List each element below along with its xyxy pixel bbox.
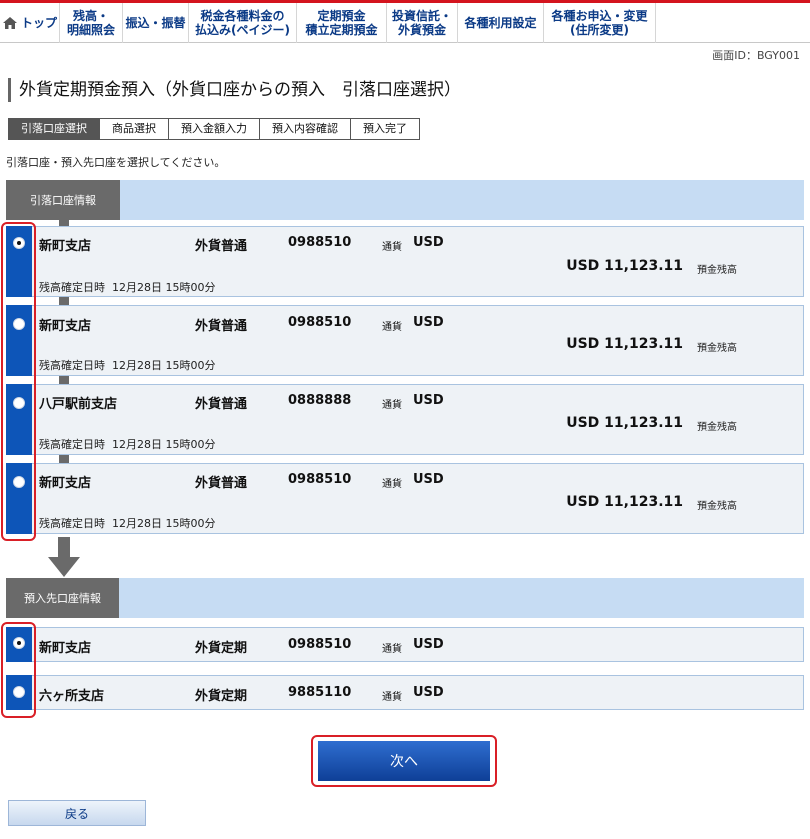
confirm-label: 残高確定日時 — [39, 281, 105, 294]
currency-value: USD — [413, 637, 444, 652]
currency-value: USD — [413, 315, 444, 330]
nav-item-transfer[interactable]: 振込・振替 — [123, 3, 189, 43]
nav-item-investment-label: 投資信託・ 外貨預金 — [391, 9, 452, 37]
page-title: 外貨定期預金預入（外貨口座からの預入 引落口座選択） — [8, 78, 461, 102]
balance-label: 預金残高 — [697, 343, 737, 354]
branch-name: 新町支店 — [39, 641, 92, 656]
balance-label: 預金残高 — [697, 265, 737, 276]
account-type: 外貨普通 — [195, 397, 248, 412]
balance-label: 預金残高 — [697, 501, 737, 512]
balance-label: 預金残高 — [697, 422, 737, 433]
step-5: 預入完了 — [351, 118, 420, 140]
home-icon — [2, 17, 17, 29]
confirm-time: 残高確定日時 12月28日 15時00分 — [39, 357, 216, 373]
currency-value: USD — [413, 472, 444, 487]
debit-section-header: 引落口座情報 — [6, 180, 804, 220]
confirm-label: 残高確定日時 — [39, 359, 105, 372]
deposit-section-tab: 預入先口座情報 — [6, 578, 119, 618]
currency-value: USD — [413, 235, 444, 250]
confirm-time: 残高確定日時 12月28日 15時00分 — [39, 515, 216, 531]
deposit-radio-highlight — [1, 622, 36, 718]
nav-item-investment[interactable]: 投資信託・ 外貨預金 — [387, 3, 458, 43]
balance-amount: USD 11,123.11 — [566, 258, 683, 274]
debit-account-row[interactable]: 新町支店 外貨普通 0988510 通貨 USD USD 11,123.11 預… — [6, 305, 804, 376]
debit-account-row[interactable]: 新町支店 外貨普通 0988510 通貨 USD USD 11,123.11 預… — [6, 226, 804, 297]
step-1: 引落口座選択 — [8, 118, 100, 140]
branch-name: 新町支店 — [39, 239, 92, 254]
currency-label: 通貨 — [382, 242, 402, 253]
currency-value: USD — [413, 685, 444, 700]
account-type: 外貨普通 — [195, 319, 248, 334]
account-number: 0988510 — [288, 472, 352, 487]
nav-item-payeasy[interactable]: 税金各種料金の 払込み(ペイジー) — [189, 3, 297, 43]
nav-item-top-label: トップ — [20, 16, 57, 30]
balance-amount: USD 11,123.11 — [566, 336, 683, 352]
branch-name: 八戸駅前支店 — [39, 397, 118, 412]
debit-account-row[interactable]: 新町支店 外貨普通 0988510 通貨 USD USD 11,123.11 預… — [6, 463, 804, 534]
deposit-section-header: 預入先口座情報 — [6, 578, 804, 618]
debit-account-row[interactable]: 八戸駅前支店 外貨普通 0888888 通貨 USD USD 11,123.11… — [6, 384, 804, 455]
currency-label: 通貨 — [382, 479, 402, 490]
branch-name: 新町支店 — [39, 319, 92, 334]
confirm-label: 残高確定日時 — [39, 517, 105, 530]
account-number: 0988510 — [288, 315, 352, 330]
account-type: 外貨普通 — [195, 476, 248, 491]
nav-item-settings[interactable]: 各種利用設定 — [458, 3, 544, 43]
branch-name: 新町支店 — [39, 476, 92, 491]
confirm-value: 12月28日 15時00分 — [112, 281, 216, 294]
screen-id: 画面ID：BGY001 — [712, 49, 800, 62]
global-nav: トップ 残高・ 明細照会 振込・振替 税金各種料金の 払込み(ペイジー) 定期預… — [0, 3, 810, 43]
confirm-label: 残高確定日時 — [39, 438, 105, 451]
currency-label: 通貨 — [382, 644, 402, 655]
nav-item-application-label: 各種お申込・変更 (住所変更) — [551, 9, 648, 37]
confirm-value: 12月28日 15時00分 — [112, 517, 216, 530]
account-type: 外貨定期 — [195, 641, 248, 656]
account-type: 外貨定期 — [195, 689, 248, 704]
currency-value: USD — [413, 393, 444, 408]
currency-label: 通貨 — [382, 322, 402, 333]
debit-radio-highlight — [1, 222, 36, 541]
confirm-value: 12月28日 15時00分 — [112, 359, 216, 372]
arrow-down-icon — [48, 537, 80, 577]
next-button[interactable]: 次へ — [318, 741, 490, 781]
balance-amount: USD 11,123.11 — [566, 415, 683, 431]
back-button[interactable]: 戻る — [8, 800, 146, 826]
step-4: 預入内容確認 — [260, 118, 351, 140]
account-number: 9885110 — [288, 685, 352, 700]
nav-item-balance-label: 残高・ 明細照会 — [66, 9, 115, 37]
account-type: 外貨普通 — [195, 239, 248, 254]
nav-item-time-deposit-label: 定期預金 積立定期預金 — [305, 9, 378, 37]
currency-label: 通貨 — [382, 400, 402, 411]
nav-item-settings-label: 各種利用設定 — [464, 16, 537, 30]
connector — [59, 455, 69, 463]
nav-item-time-deposit[interactable]: 定期預金 積立定期預金 — [297, 3, 387, 43]
connector — [59, 297, 69, 305]
instruction-text: 引落口座・預入先口座を選択してください。 — [6, 156, 226, 169]
nav-item-balance[interactable]: 残高・ 明細照会 — [60, 3, 123, 43]
nav-item-top[interactable]: トップ — [0, 3, 60, 43]
currency-label: 通貨 — [382, 692, 402, 703]
step-indicator: 引落口座選択 商品選択 預入金額入力 預入内容確認 預入完了 — [8, 118, 420, 140]
account-number: 0988510 — [288, 637, 352, 652]
nav-item-transfer-label: 振込・振替 — [125, 16, 186, 30]
confirm-value: 12月28日 15時00分 — [112, 438, 216, 451]
account-number: 0888888 — [288, 393, 352, 408]
nav-item-application[interactable]: 各種お申込・変更 (住所変更) — [544, 3, 656, 43]
deposit-account-row[interactable]: 新町支店 外貨定期 0988510 通貨 USD — [6, 627, 804, 662]
balance-amount: USD 11,123.11 — [566, 494, 683, 510]
connector — [59, 376, 69, 384]
account-number: 0988510 — [288, 235, 352, 250]
branch-name: 六ヶ所支店 — [39, 689, 105, 704]
deposit-account-row[interactable]: 六ヶ所支店 外貨定期 9885110 通貨 USD — [6, 675, 804, 710]
nav-item-payeasy-label: 税金各種料金の 払込み(ペイジー) — [195, 9, 290, 37]
confirm-time: 残高確定日時 12月28日 15時00分 — [39, 279, 216, 295]
debit-section-tab: 引落口座情報 — [6, 180, 120, 220]
step-3: 預入金額入力 — [169, 118, 260, 140]
step-2: 商品選択 — [100, 118, 169, 140]
confirm-time: 残高確定日時 12月28日 15時00分 — [39, 436, 216, 452]
